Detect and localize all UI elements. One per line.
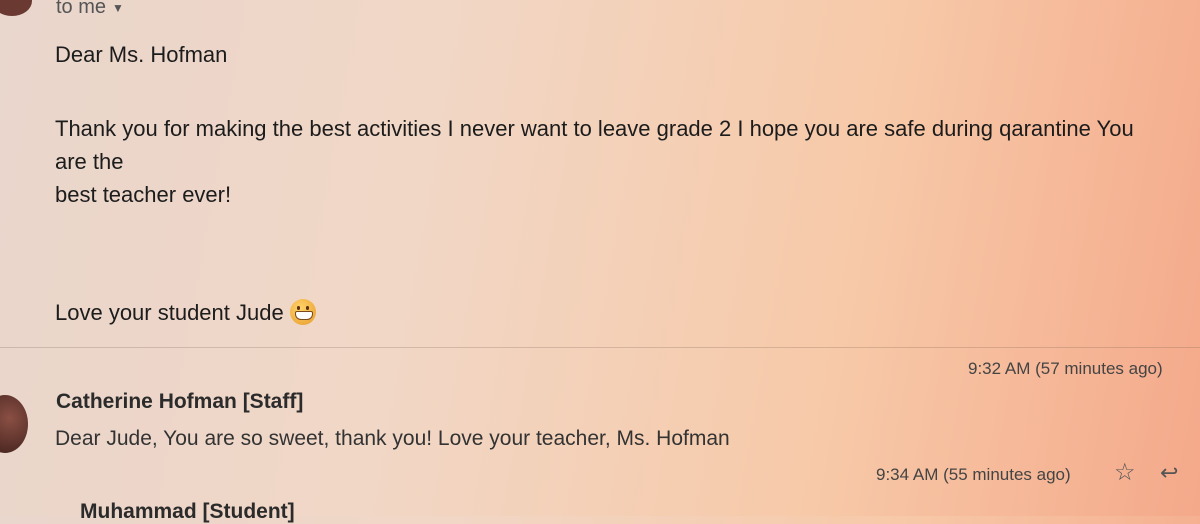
message-line: best teacher ever! bbox=[55, 182, 232, 207]
message-signoff: Love your student Jude bbox=[55, 296, 316, 329]
grinning-face-icon bbox=[289, 299, 316, 325]
message-text: Thank you for making the best activities… bbox=[55, 112, 1195, 211]
message-line: Thank you for making the best activities… bbox=[55, 116, 1134, 141]
sender-avatar[interactable] bbox=[0, 395, 28, 453]
message-timestamp: 9:34 AM (55 minutes ago) bbox=[876, 465, 1071, 484]
sender-name[interactable]: Catherine Hofman [Staff] bbox=[56, 390, 303, 414]
message-snippet[interactable]: Dear Jude, You are so sweet, thank you! … bbox=[55, 427, 730, 451]
message-timestamp: 9:32 AM (57 minutes ago) bbox=[968, 359, 1163, 378]
signoff-text: Love your student Jude bbox=[55, 300, 284, 325]
message-line: are the bbox=[55, 149, 124, 174]
sender-name[interactable]: Muhammad [Student] bbox=[80, 500, 295, 524]
sender-avatar[interactable] bbox=[0, 0, 32, 16]
message-greeting: Dear Ms. Hofman bbox=[55, 42, 228, 67]
email-thread: to me ▼ Dear Ms. Hofman Thank you for mak… bbox=[0, 0, 1200, 523]
reply-icon[interactable]: ↩ bbox=[1160, 460, 1178, 486]
message-divider bbox=[0, 347, 1200, 348]
recipient-label: to me bbox=[56, 0, 107, 18]
message-body: Dear Ms. Hofman Thank you for making the… bbox=[55, 38, 1195, 325]
star-icon[interactable]: ☆ bbox=[1114, 458, 1136, 487]
recipient-details-toggle[interactable]: to me ▼ bbox=[56, 0, 124, 19]
chevron-down-icon: ▼ bbox=[112, 0, 124, 15]
